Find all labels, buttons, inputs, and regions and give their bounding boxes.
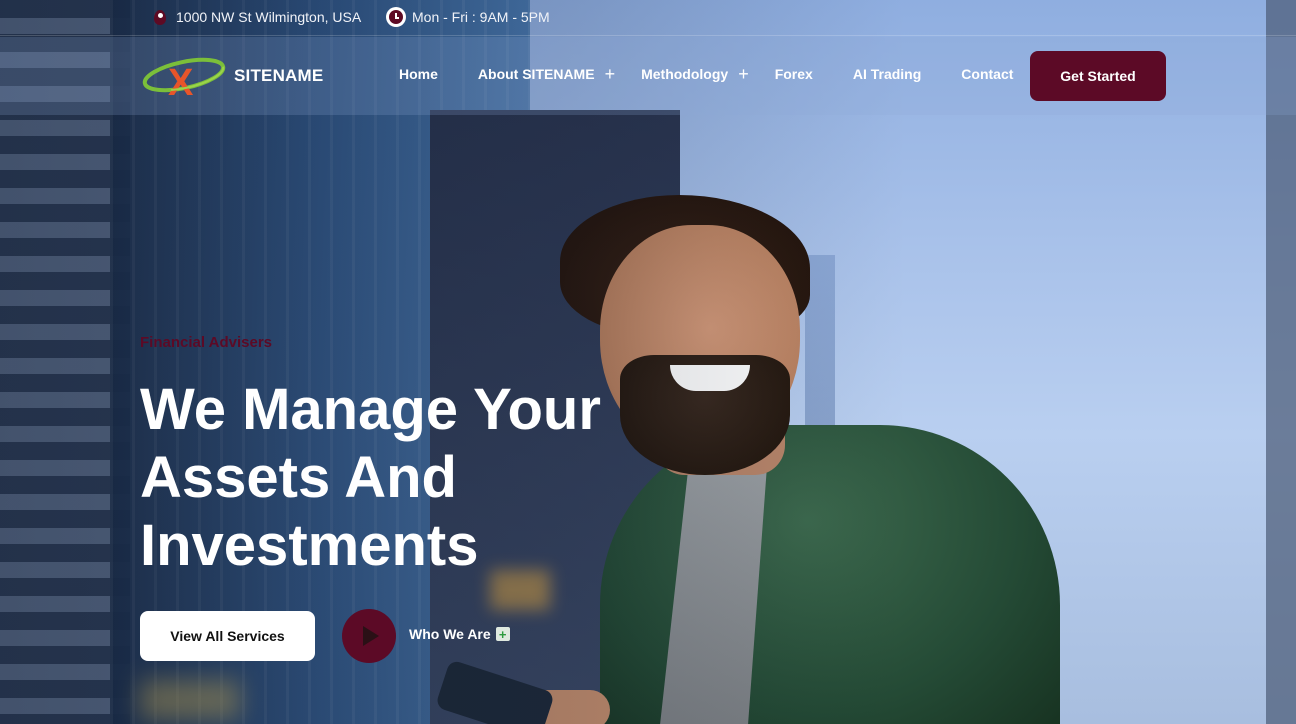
svg-text:X: X bbox=[168, 62, 194, 101]
plus-box-icon: + bbox=[495, 627, 510, 641]
nav-about[interactable]: About SITENAME + bbox=[478, 65, 616, 83]
top-info-bar: 1000 NW St Wilmington, USA Mon - Fri : 9… bbox=[0, 0, 1296, 36]
site-logo[interactable]: X SITENAME bbox=[142, 51, 324, 104]
clock-icon bbox=[386, 7, 406, 27]
hours-text: Mon - Fri : 9AM - 5PM bbox=[412, 9, 550, 25]
hero-eyebrow: Financial Advisers bbox=[140, 334, 272, 351]
get-started-button[interactable]: Get Started bbox=[1030, 51, 1166, 101]
expand-plus-icon[interactable]: + bbox=[605, 65, 616, 83]
who-we-are-link[interactable]: Who We Are + bbox=[409, 626, 510, 642]
expand-plus-icon[interactable]: + bbox=[738, 65, 749, 83]
hero-headline: We Manage Your Assets And Investments bbox=[140, 377, 601, 578]
site-name: SITENAME bbox=[234, 66, 324, 85]
nav-methodology[interactable]: Methodology + bbox=[641, 65, 749, 83]
view-all-services-button[interactable]: View All Services bbox=[140, 611, 315, 661]
nav-ai-trading[interactable]: AI Trading bbox=[853, 66, 921, 82]
primary-nav: Home About SITENAME + Methodology + Forex … bbox=[399, 65, 1053, 83]
play-video-button[interactable] bbox=[342, 609, 396, 663]
play-icon bbox=[363, 626, 379, 646]
main-navbar: X SITENAME Home About SITENAME + Methodol… bbox=[0, 37, 1296, 115]
hours-info: Mon - Fri : 9AM - 5PM bbox=[386, 7, 550, 27]
address-info: 1000 NW St Wilmington, USA bbox=[150, 7, 361, 27]
nav-contact[interactable]: Contact bbox=[961, 66, 1013, 82]
nav-home[interactable]: Home bbox=[399, 66, 438, 82]
nav-forex[interactable]: Forex bbox=[775, 66, 813, 82]
address-text: 1000 NW St Wilmington, USA bbox=[176, 9, 362, 25]
logo-icon: X bbox=[142, 51, 226, 104]
location-pin-icon bbox=[150, 7, 170, 27]
